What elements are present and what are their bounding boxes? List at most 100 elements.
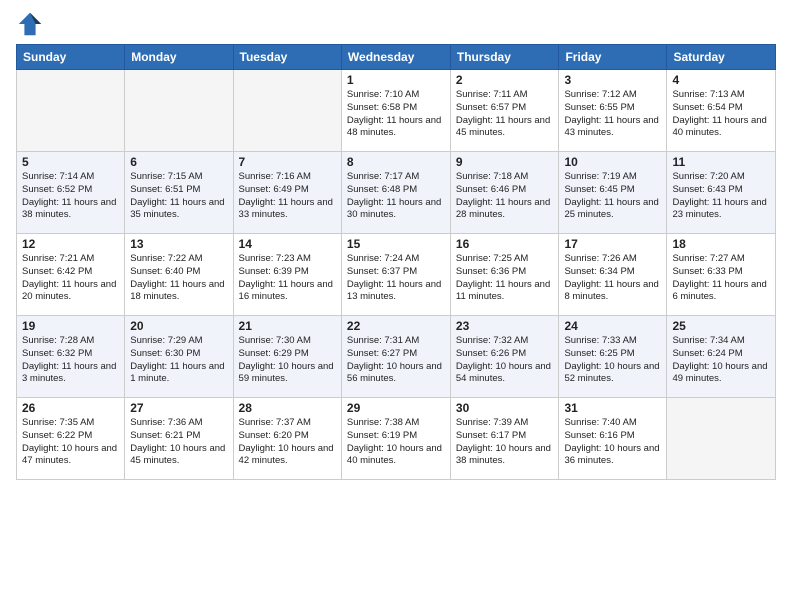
- day-info: Sunrise: 7:21 AM Sunset: 6:42 PM Dayligh…: [22, 253, 119, 304]
- day-number: 28: [239, 401, 336, 415]
- table-row: 9Sunrise: 7:18 AM Sunset: 6:46 PM Daylig…: [450, 152, 559, 234]
- day-number: 30: [456, 401, 554, 415]
- table-row: 31 Sunrise: 7:40 AM Sunset: 6:16 PM Dayli…: [559, 398, 667, 480]
- table-row: 23 Sunrise: 7:32 AM Sunset: 6:26 PM Dayli…: [450, 316, 559, 398]
- table-row: 29 Sunrise: 7:38 AM Sunset: 6:19 PM Dayli…: [341, 398, 450, 480]
- day-number: 20: [130, 319, 227, 333]
- calendar-week-4: 19 Sunrise: 7:28 AM Sunset: 6:32 PM Dayli…: [17, 316, 776, 398]
- day-number: 27: [130, 401, 227, 415]
- logo-icon: [16, 10, 44, 38]
- day-number: 16: [456, 237, 554, 251]
- table-row: 14 Sunrise: 7:23 AM Sunset: 6:39 PM Dayli…: [233, 234, 341, 316]
- header: [16, 10, 776, 38]
- day-number: 1: [347, 73, 445, 87]
- day-info: Sunrise: 7:10 AM Sunset: 6:58 PM Dayligh…: [347, 89, 445, 140]
- day-info: Sunrise: 7:32 AM Sunset: 6:26 PM Dayligh…: [456, 335, 554, 386]
- day-number: 29: [347, 401, 445, 415]
- day-number: 12: [22, 237, 119, 251]
- calendar-week-5: 26 Sunrise: 7:35 AM Sunset: 6:22 PM Dayli…: [17, 398, 776, 480]
- day-number: 10: [564, 155, 661, 169]
- day-number: 15: [347, 237, 445, 251]
- day-info: Sunrise: 7:24 AM Sunset: 6:37 PM Dayligh…: [347, 253, 445, 304]
- weekday-header-tuesday: Tuesday: [233, 45, 341, 70]
- table-row: 2 Sunrise: 7:11 AM Sunset: 6:57 PM Daylig…: [450, 70, 559, 152]
- day-info: Sunrise: 7:27 AM Sunset: 6:33 PM Dayligh…: [672, 253, 770, 304]
- table-row: 16 Sunrise: 7:25 AM Sunset: 6:36 PM Dayli…: [450, 234, 559, 316]
- day-number: 19: [22, 319, 119, 333]
- table-row: 5Sunrise: 7:14 AM Sunset: 6:52 PM Daylig…: [17, 152, 125, 234]
- day-info: Sunrise: 7:37 AM Sunset: 6:20 PM Dayligh…: [239, 417, 336, 468]
- day-number: 6: [130, 155, 227, 169]
- day-number: 13: [130, 237, 227, 251]
- table-row: 13 Sunrise: 7:22 AM Sunset: 6:40 PM Dayli…: [125, 234, 233, 316]
- day-info: Sunrise: 7:11 AM Sunset: 6:57 PM Dayligh…: [456, 89, 554, 140]
- day-number: 18: [672, 237, 770, 251]
- day-number: 9: [456, 155, 554, 169]
- calendar-week-3: 12 Sunrise: 7:21 AM Sunset: 6:42 PM Dayli…: [17, 234, 776, 316]
- calendar-week-2: 5Sunrise: 7:14 AM Sunset: 6:52 PM Daylig…: [17, 152, 776, 234]
- weekday-header-saturday: Saturday: [667, 45, 776, 70]
- weekday-header-sunday: Sunday: [17, 45, 125, 70]
- table-row: 6 Sunrise: 7:15 AM Sunset: 6:51 PM Daylig…: [125, 152, 233, 234]
- day-info: Sunrise: 7:38 AM Sunset: 6:19 PM Dayligh…: [347, 417, 445, 468]
- weekday-header-monday: Monday: [125, 45, 233, 70]
- table-row: 22Sunrise: 7:31 AM Sunset: 6:27 PM Dayli…: [341, 316, 450, 398]
- day-number: 31: [564, 401, 661, 415]
- day-number: 3: [564, 73, 661, 87]
- day-number: 26: [22, 401, 119, 415]
- day-info: Sunrise: 7:39 AM Sunset: 6:17 PM Dayligh…: [456, 417, 554, 468]
- weekday-header-friday: Friday: [559, 45, 667, 70]
- table-row: 1 Sunrise: 7:10 AM Sunset: 6:58 PM Daylig…: [341, 70, 450, 152]
- table-row: [125, 70, 233, 152]
- weekday-header-thursday: Thursday: [450, 45, 559, 70]
- table-row: [17, 70, 125, 152]
- day-info: Sunrise: 7:36 AM Sunset: 6:21 PM Dayligh…: [130, 417, 227, 468]
- day-info: Sunrise: 7:35 AM Sunset: 6:22 PM Dayligh…: [22, 417, 119, 468]
- page-container: SundayMondayTuesdayWednesdayThursdayFrid…: [0, 0, 792, 486]
- day-number: 25: [672, 319, 770, 333]
- weekday-header-wednesday: Wednesday: [341, 45, 450, 70]
- table-row: 21 Sunrise: 7:30 AM Sunset: 6:29 PM Dayli…: [233, 316, 341, 398]
- day-info: Sunrise: 7:15 AM Sunset: 6:51 PM Dayligh…: [130, 171, 227, 222]
- day-info: Sunrise: 7:19 AM Sunset: 6:45 PM Dayligh…: [564, 171, 661, 222]
- table-row: 19 Sunrise: 7:28 AM Sunset: 6:32 PM Dayli…: [17, 316, 125, 398]
- day-info: Sunrise: 7:26 AM Sunset: 6:34 PM Dayligh…: [564, 253, 661, 304]
- day-info: Sunrise: 7:22 AM Sunset: 6:40 PM Dayligh…: [130, 253, 227, 304]
- day-number: 4: [672, 73, 770, 87]
- weekday-header-row: SundayMondayTuesdayWednesdayThursdayFrid…: [17, 45, 776, 70]
- table-row: 28 Sunrise: 7:37 AM Sunset: 6:20 PM Dayli…: [233, 398, 341, 480]
- day-number: 24: [564, 319, 661, 333]
- day-info: Sunrise: 7:33 AM Sunset: 6:25 PM Dayligh…: [564, 335, 661, 386]
- day-info: Sunrise: 7:34 AM Sunset: 6:24 PM Dayligh…: [672, 335, 770, 386]
- day-info: Sunrise: 7:28 AM Sunset: 6:32 PM Dayligh…: [22, 335, 119, 386]
- day-number: 21: [239, 319, 336, 333]
- day-number: 14: [239, 237, 336, 251]
- table-row: 7Sunrise: 7:16 AM Sunset: 6:49 PM Daylig…: [233, 152, 341, 234]
- day-number: 17: [564, 237, 661, 251]
- calendar-table: SundayMondayTuesdayWednesdayThursdayFrid…: [16, 44, 776, 480]
- day-info: Sunrise: 7:12 AM Sunset: 6:55 PM Dayligh…: [564, 89, 661, 140]
- table-row: 27 Sunrise: 7:36 AM Sunset: 6:21 PM Dayli…: [125, 398, 233, 480]
- day-number: 5: [22, 155, 119, 169]
- day-info: Sunrise: 7:23 AM Sunset: 6:39 PM Dayligh…: [239, 253, 336, 304]
- table-row: 12 Sunrise: 7:21 AM Sunset: 6:42 PM Dayli…: [17, 234, 125, 316]
- day-number: 23: [456, 319, 554, 333]
- day-info: Sunrise: 7:30 AM Sunset: 6:29 PM Dayligh…: [239, 335, 336, 386]
- day-number: 11: [672, 155, 770, 169]
- table-row: 30 Sunrise: 7:39 AM Sunset: 6:17 PM Dayli…: [450, 398, 559, 480]
- table-row: 20 Sunrise: 7:29 AM Sunset: 6:30 PM Dayli…: [125, 316, 233, 398]
- day-info: Sunrise: 7:13 AM Sunset: 6:54 PM Dayligh…: [672, 89, 770, 140]
- table-row: 11 Sunrise: 7:20 AM Sunset: 6:43 PM Dayli…: [667, 152, 776, 234]
- day-info: Sunrise: 7:25 AM Sunset: 6:36 PM Dayligh…: [456, 253, 554, 304]
- day-number: 2: [456, 73, 554, 87]
- table-row: [667, 398, 776, 480]
- day-number: 22: [347, 319, 445, 333]
- day-info: Sunrise: 7:20 AM Sunset: 6:43 PM Dayligh…: [672, 171, 770, 222]
- day-info: Sunrise: 7:16 AM Sunset: 6:49 PM Dayligh…: [239, 171, 336, 222]
- table-row: [233, 70, 341, 152]
- day-info: Sunrise: 7:29 AM Sunset: 6:30 PM Dayligh…: [130, 335, 227, 386]
- table-row: 15 Sunrise: 7:24 AM Sunset: 6:37 PM Dayli…: [341, 234, 450, 316]
- table-row: 8Sunrise: 7:17 AM Sunset: 6:48 PM Daylig…: [341, 152, 450, 234]
- day-info: Sunrise: 7:40 AM Sunset: 6:16 PM Dayligh…: [564, 417, 661, 468]
- table-row: 25 Sunrise: 7:34 AM Sunset: 6:24 PM Dayli…: [667, 316, 776, 398]
